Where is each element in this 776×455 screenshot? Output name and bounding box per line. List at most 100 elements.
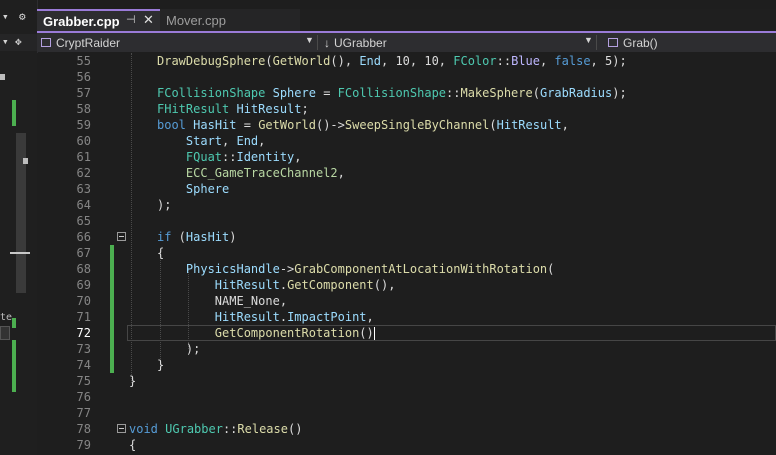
line-number: 68 (76, 262, 91, 276)
text-caret (373, 327, 375, 340)
code-line[interactable]: 60 Start, End, (37, 133, 776, 149)
tab-mover-cpp[interactable]: Mover.cpp (160, 9, 300, 31)
code-line[interactable]: 79 { (37, 437, 776, 453)
code-line[interactable]: 61 FQuat::Identity, (37, 149, 776, 165)
code-line[interactable]: 70 NAME_None, (37, 293, 776, 309)
line-number: 65 (76, 214, 91, 228)
code-editor[interactable]: 55 DrawDebugSphere(GetWorld(), End, 10, 1… (37, 53, 776, 455)
panel-marker (0, 74, 5, 80)
code-text: if (HasHit) (157, 230, 237, 244)
scroll-position-line (10, 252, 30, 254)
code-text: FQuat::Identity, (185, 150, 302, 164)
tab-grabber-cpp[interactable]: Grabber.cpp ⊣ ✕ (37, 9, 160, 31)
line-number: 67 (76, 246, 91, 260)
line-number: 69 (76, 278, 91, 292)
collapse-icon[interactable] (117, 232, 126, 241)
change-marker (12, 340, 16, 392)
code-line[interactable]: 75} (37, 373, 776, 389)
change-marker (110, 341, 114, 357)
line-number: 72 (76, 326, 91, 340)
code-text: void UGrabber::Release() (129, 422, 303, 436)
line-number: 62 (76, 166, 91, 180)
tab-label: Grabber.cpp (43, 13, 120, 29)
code-line[interactable]: 72 GetComponentRotation() (37, 325, 776, 341)
line-number: 75 (76, 374, 91, 388)
code-line[interactable]: 73 ); (37, 341, 776, 357)
project-dropdown[interactable]: CryptRaider (41, 33, 120, 52)
code-line[interactable]: 66 if (HasHit) (37, 229, 776, 245)
code-text: } (129, 374, 137, 388)
code-line[interactable]: 56 (37, 69, 776, 85)
project-icon (41, 38, 51, 47)
side-panel-peek-text: te (0, 312, 13, 323)
class-scope-label: UGrabber (334, 35, 387, 50)
code-text: ); (157, 198, 172, 212)
code-text: } (157, 358, 165, 372)
dropdown-arrow-icon[interactable]: ▾ (2, 10, 9, 23)
code-line[interactable]: 76 (37, 389, 776, 405)
scrollbar-track[interactable] (16, 133, 26, 293)
change-marker (110, 357, 114, 373)
code-line[interactable]: 55 DrawDebugSphere(GetWorld(), End, 10, 1… (37, 53, 776, 69)
line-number: 58 (76, 102, 91, 116)
panel-box (0, 326, 10, 340)
change-marker (110, 293, 114, 309)
line-number: 66 (76, 230, 91, 244)
line-number: 79 (76, 438, 91, 452)
code-line[interactable]: 68 PhysicsHandle->GrabComponentAtLocatio… (37, 261, 776, 277)
divider (596, 35, 597, 50)
class-scope-dropdown[interactable]: ↓ UGrabber (324, 33, 387, 52)
divider (317, 35, 318, 50)
code-text: ); (157, 342, 201, 356)
change-marker (110, 261, 114, 277)
code-text: HitResult.ImpactPoint, (214, 310, 374, 324)
chevron-down-icon[interactable]: ▼ (305, 35, 314, 45)
code-line[interactable]: 74} (37, 357, 776, 373)
line-number: 59 (76, 118, 91, 132)
change-marker (110, 277, 114, 293)
gear-icon[interactable]: ⚙ (19, 10, 26, 23)
code-text: FCollisionShape Sphere = FCollisionShape… (157, 86, 627, 100)
line-number: 55 (76, 54, 91, 68)
line-number: 77 (76, 406, 91, 420)
navigation-bar: CryptRaider ▼ ↓ UGrabber ▼ Grab() (37, 33, 776, 52)
code-line[interactable]: 78 void UGrabber::Release() (37, 421, 776, 437)
code-line[interactable]: 58 FHitResult HitResult; (37, 101, 776, 117)
code-text: NAME_None, (157, 294, 288, 308)
code-line[interactable]: 65 (37, 213, 776, 229)
code-line[interactable]: 69 HitResult.GetComponent(), (37, 277, 776, 293)
member-scope-label: Grab() (623, 35, 658, 50)
scroll-marker (23, 158, 28, 164)
method-icon (608, 38, 618, 47)
code-text: FHitResult HitResult; (157, 102, 309, 116)
change-marker (110, 325, 114, 341)
side-panel-edge: ▾ ⚙ ▾ ✥ te (0, 0, 38, 455)
code-line[interactable]: 77 (37, 405, 776, 421)
change-marker (110, 309, 114, 325)
line-number: 74 (76, 358, 91, 372)
code-line[interactable]: 57 FCollisionShape Sphere = FCollisionSha… (37, 85, 776, 101)
change-marker (110, 245, 114, 261)
code-line[interactable]: 64); (37, 197, 776, 213)
dropdown-arrow-icon[interactable]: ▾ (2, 35, 9, 48)
collapse-icon[interactable] (117, 424, 126, 433)
pin-icon[interactable]: ⊣ (126, 13, 136, 26)
line-number: 73 (76, 342, 91, 356)
side-panel-toolbar: ▾ ⚙ (0, 9, 37, 31)
chevron-down-icon[interactable]: ▼ (584, 35, 593, 45)
split-handle-icon[interactable]: ✥ (15, 35, 22, 48)
code-line[interactable]: 63 Sphere (37, 181, 776, 197)
close-icon[interactable]: ✕ (143, 12, 154, 28)
code-text: HitResult.GetComponent(), (214, 278, 396, 292)
line-number: 63 (76, 182, 91, 196)
line-number: 70 (76, 294, 91, 308)
code-line[interactable]: 62 ECC_GameTraceChannel2, (37, 165, 776, 181)
tab-label: Mover.cpp (166, 12, 226, 28)
line-number: 64 (76, 198, 91, 212)
line-number: 71 (76, 310, 91, 324)
side-panel-toolbar-2: ▾ ✥ (0, 34, 37, 51)
code-line[interactable]: 71 HitResult.ImpactPoint, (37, 309, 776, 325)
code-line[interactable]: 67 { (37, 245, 776, 261)
member-scope-dropdown[interactable]: Grab() (608, 33, 658, 52)
code-line[interactable]: 59 bool HasHit = GetWorld()->SweepSingleB… (37, 117, 776, 133)
